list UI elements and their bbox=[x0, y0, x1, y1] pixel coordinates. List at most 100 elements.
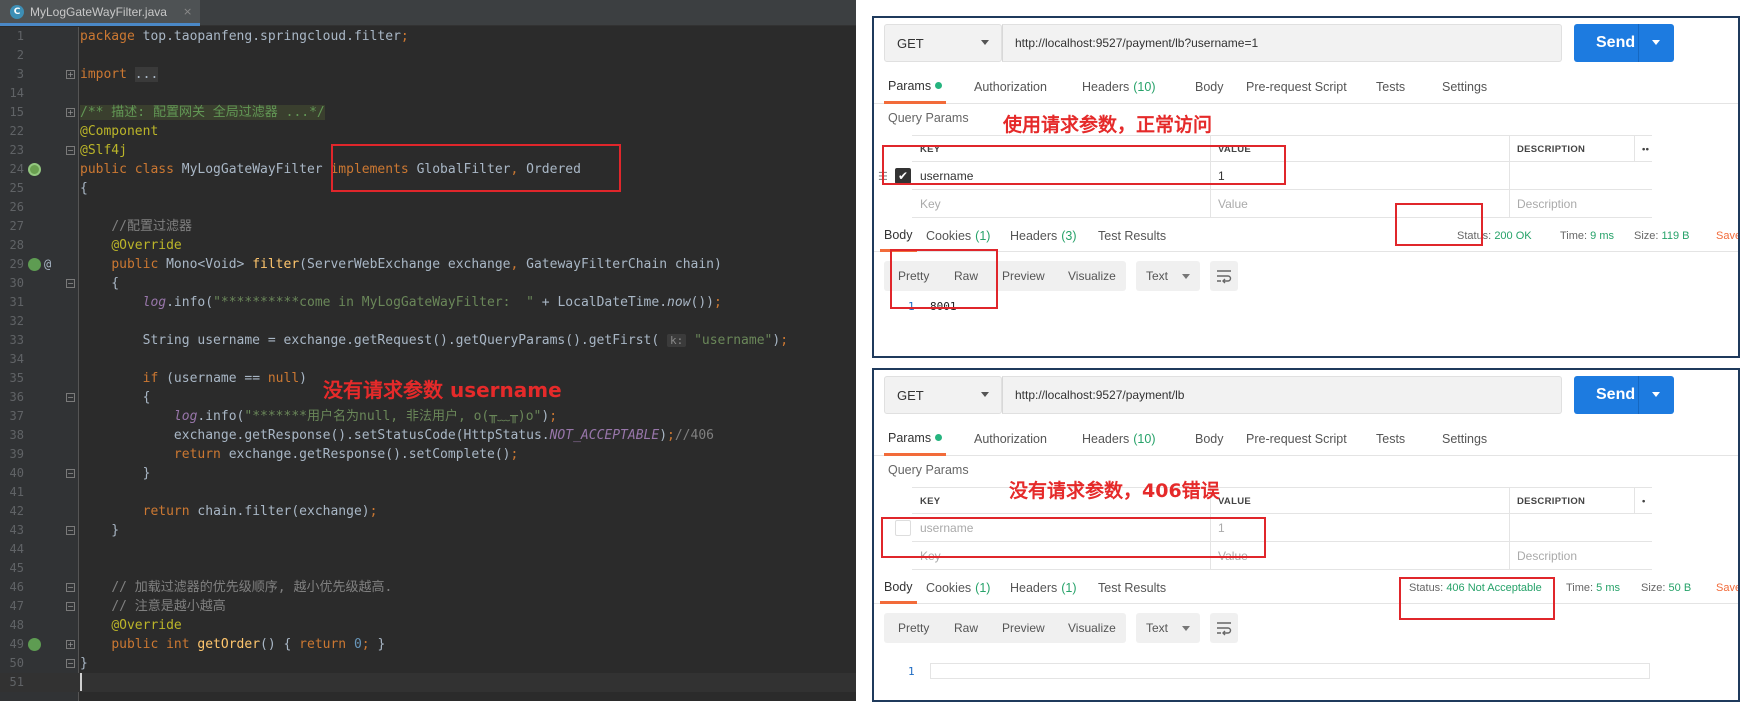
tab-response-body[interactable]: Body bbox=[880, 572, 917, 604]
folded-imports[interactable]: ... bbox=[134, 67, 159, 82]
text-format-select[interactable]: Text bbox=[1136, 261, 1200, 291]
wrap-lines-button[interactable] bbox=[1210, 261, 1238, 291]
chevron-down-icon bbox=[981, 40, 989, 45]
fold-collapse-icon[interactable]: − bbox=[66, 469, 75, 478]
code-line: 49 + public int getOrder() { return 0; } bbox=[0, 635, 856, 654]
code-line: 40 − } bbox=[0, 464, 856, 483]
description-input[interactable]: Description bbox=[1517, 197, 1577, 211]
tab-headers[interactable]: Headers (10) bbox=[1082, 70, 1155, 104]
chevron-down-icon[interactable] bbox=[1652, 392, 1660, 397]
format-preview[interactable]: Preview bbox=[1002, 621, 1045, 635]
value-input[interactable]: Value bbox=[1218, 197, 1248, 211]
tab-params[interactable]: Params bbox=[884, 422, 946, 456]
annotation-missing-param: 没有请求参数 username bbox=[323, 378, 562, 402]
highlight-box bbox=[1395, 203, 1483, 246]
tab-response-headers[interactable]: Headers (3) bbox=[1010, 220, 1077, 252]
fold-collapse-icon[interactable]: − bbox=[66, 602, 75, 611]
fold-expand-icon[interactable]: + bbox=[66, 70, 75, 79]
url-input[interactable]: http://localhost:9527/payment/lb?usernam… bbox=[1002, 24, 1562, 62]
line-number: 30 bbox=[9, 276, 24, 290]
tab-params[interactable]: Params bbox=[884, 70, 946, 104]
column-key: KEY bbox=[920, 496, 941, 507]
method-select[interactable]: GET bbox=[884, 24, 1002, 62]
tab-pre-request-script[interactable]: Pre-request Script bbox=[1246, 70, 1347, 104]
format-raw[interactable]: Raw bbox=[954, 621, 978, 635]
postman-request-panel-bottom: GET http://localhost:9527/payment/lb Sen… bbox=[872, 368, 1740, 702]
line-number: 43 bbox=[9, 523, 24, 537]
code-text: exchange.getResponse().setStatusCode(Htt… bbox=[80, 428, 714, 443]
format-preview[interactable]: Preview bbox=[1002, 269, 1045, 283]
tab-cookies[interactable]: Cookies (1) bbox=[926, 572, 990, 604]
tab-headers[interactable]: Headers (10) bbox=[1082, 422, 1155, 456]
tab-label: Body bbox=[1195, 80, 1224, 94]
time-value: 5 ms bbox=[1596, 582, 1620, 594]
key-input[interactable]: Key bbox=[920, 197, 941, 211]
code-text: log.info("**********come in MyLogGateWay… bbox=[142, 295, 722, 310]
save-response-button[interactable]: Save bbox=[1716, 230, 1738, 242]
tab-test-results[interactable]: Test Results bbox=[1098, 220, 1166, 252]
text-format-select[interactable]: Text bbox=[1136, 613, 1200, 643]
override-method-icon[interactable] bbox=[28, 638, 41, 651]
code-text: { bbox=[80, 181, 88, 196]
code-line: 47 − // 注意是越小越高 bbox=[0, 597, 856, 616]
tab-settings[interactable]: Settings bbox=[1442, 422, 1487, 456]
line-number: 27 bbox=[9, 219, 24, 233]
format-pretty[interactable]: Pretty bbox=[898, 621, 929, 635]
fold-collapse-icon[interactable]: − bbox=[66, 583, 75, 592]
column-value: VALUE bbox=[1218, 496, 1251, 507]
fold-collapse-icon[interactable]: − bbox=[66, 393, 75, 402]
line-number: 47 bbox=[9, 599, 24, 613]
close-icon[interactable]: × bbox=[183, 5, 192, 18]
method-select[interactable]: GET bbox=[884, 376, 1002, 414]
chevron-down-icon bbox=[981, 392, 989, 397]
column-more-icon[interactable]: • bbox=[1642, 496, 1646, 507]
editor-tab[interactable]: C MyLogGateWayFilter.java × bbox=[0, 0, 200, 26]
url-input[interactable]: http://localhost:9527/payment/lb bbox=[1002, 376, 1562, 414]
line-number: 25 bbox=[9, 181, 24, 195]
tab-authorization[interactable]: Authorization bbox=[974, 422, 1047, 456]
save-response-button[interactable]: Save bbox=[1716, 582, 1738, 594]
tab-body[interactable]: Body bbox=[1195, 70, 1224, 104]
code-line: 45 bbox=[0, 559, 856, 578]
format-visualize[interactable]: Visualize bbox=[1068, 269, 1116, 283]
tab-test-results[interactable]: Test Results bbox=[1098, 572, 1166, 604]
tab-label: Body bbox=[884, 227, 913, 242]
code-line-current[interactable]: 51 bbox=[0, 673, 856, 692]
tab-body[interactable]: Body bbox=[1195, 422, 1224, 456]
column-more-icon[interactable]: •• bbox=[1642, 144, 1649, 155]
tab-label: Pre-request Script bbox=[1246, 432, 1347, 446]
send-label: Send bbox=[1596, 386, 1636, 403]
response-tabs: Body Cookies (1) Headers (1) Test Results … bbox=[874, 572, 1738, 604]
code-line: 46 − // 加载过滤器的优先级顺序, 越小优先级越高. bbox=[0, 578, 856, 597]
send-button[interactable]: Send bbox=[1574, 376, 1674, 414]
tab-tests[interactable]: Tests bbox=[1376, 422, 1405, 456]
chevron-down-icon[interactable] bbox=[1652, 40, 1660, 45]
tab-label: Headers bbox=[1082, 80, 1130, 94]
fold-collapse-icon[interactable]: − bbox=[66, 526, 75, 535]
send-button[interactable]: Send bbox=[1574, 24, 1674, 62]
line-number: 51 bbox=[9, 675, 24, 689]
fold-collapse-icon[interactable]: − bbox=[66, 659, 75, 668]
tab-settings[interactable]: Settings bbox=[1442, 70, 1487, 104]
code-line: 43 − } bbox=[0, 521, 856, 540]
wrap-lines-button[interactable] bbox=[1210, 613, 1238, 643]
annotation-icon[interactable]: @ bbox=[44, 258, 57, 271]
fold-expand-icon[interactable]: + bbox=[66, 108, 75, 117]
tab-authorization[interactable]: Authorization bbox=[974, 70, 1047, 104]
line-number: 2 bbox=[16, 48, 24, 62]
editor-tab-label: MyLogGateWayFilter.java bbox=[30, 4, 167, 19]
tab-response-headers[interactable]: Headers (1) bbox=[1010, 572, 1077, 604]
tab-cookies[interactable]: Cookies (1) bbox=[926, 220, 990, 252]
format-visualize[interactable]: Visualize bbox=[1068, 621, 1116, 635]
tab-tests[interactable]: Tests bbox=[1376, 70, 1405, 104]
spring-bean-icon[interactable] bbox=[28, 163, 41, 176]
send-label: Send bbox=[1596, 34, 1636, 51]
fold-collapse-icon[interactable]: − bbox=[66, 279, 75, 288]
tab-response-body[interactable]: Body bbox=[880, 220, 917, 252]
tab-pre-request-script[interactable]: Pre-request Script bbox=[1246, 422, 1347, 456]
description-input[interactable]: Description bbox=[1517, 549, 1577, 563]
override-method-icon[interactable] bbox=[28, 258, 41, 271]
fold-expand-icon[interactable]: + bbox=[66, 640, 75, 649]
code-editor: C MyLogGateWayFilter.java × 1 package to… bbox=[0, 0, 856, 701]
fold-collapse-icon[interactable]: − bbox=[66, 146, 75, 155]
